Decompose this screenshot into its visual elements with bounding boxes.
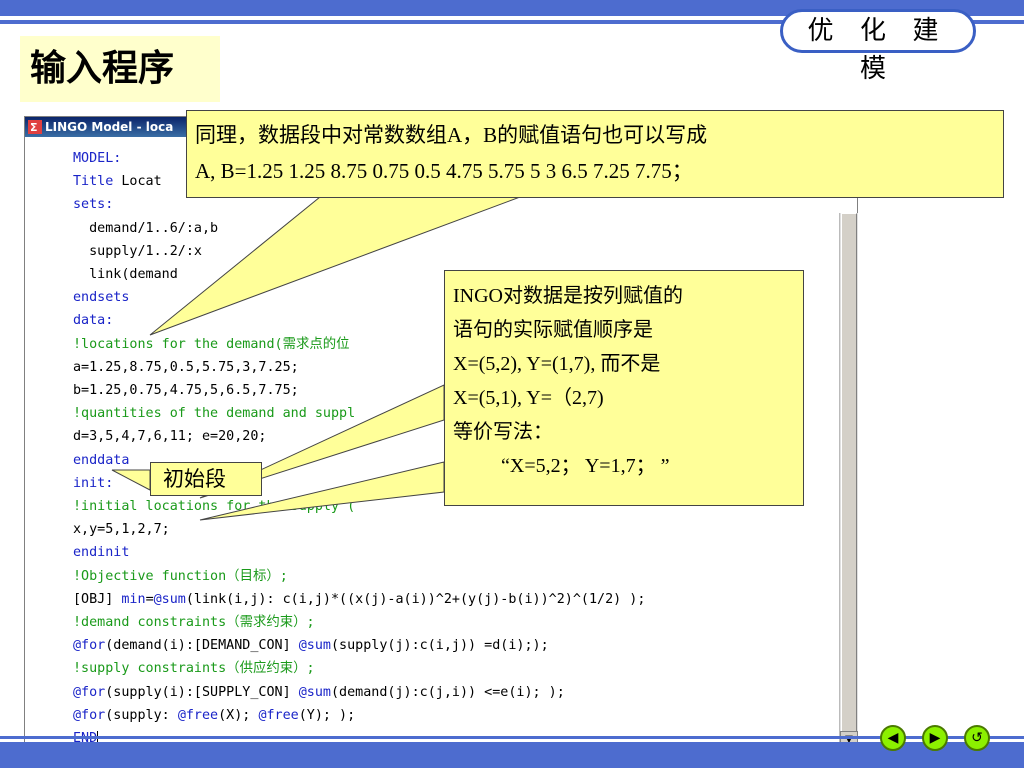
callout2-line4: X=(5,1), Y=（2,7) — [453, 387, 604, 409]
arrow-right-icon: ▶ — [929, 730, 941, 746]
callout2-line2: 语句的实际赋值顺序是 — [453, 319, 653, 341]
callout-init-section: 初始段 — [150, 462, 262, 496]
callout1-line1: 同理，数据段中对常数数组A，B的赋值语句也可以写成 — [195, 123, 708, 147]
callout-column-assignment: INGO对数据是按列赋值的 语句的实际赋值顺序是 X=(5,2), Y=(1,7… — [444, 270, 804, 506]
return-icon: ↺ — [971, 730, 983, 746]
callout2-line3: X=(5,2), Y=(1,7), 而不是 — [453, 353, 661, 375]
callout3-pointer — [111, 469, 151, 491]
return-button[interactable]: ↺ — [964, 725, 990, 751]
arrow-left-icon: ◀ — [887, 730, 899, 746]
callout-array-assignment: 同理，数据段中对常数数组A，B的赋值语句也可以写成 A, B=1.25 1.25… — [186, 110, 1004, 198]
callout2-line1: INGO对数据是按列赋值的 — [453, 285, 683, 307]
prev-slide-button[interactable]: ◀ — [880, 725, 906, 751]
next-slide-button[interactable]: ▶ — [922, 725, 948, 751]
callout2-line5: 等价写法： — [453, 421, 553, 443]
callout1-line2: A, B=1.25 1.25 8.75 0.75 0.5 4.75 5.75 5… — [195, 159, 693, 183]
callout2-line6: “X=5,2； Y=1,7； ” — [501, 455, 670, 477]
